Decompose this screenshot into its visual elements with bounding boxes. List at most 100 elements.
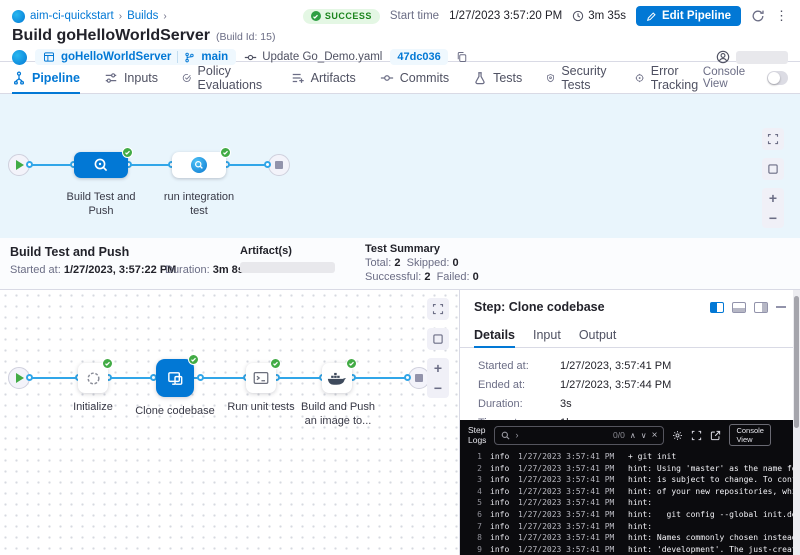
harness-logo-icon <box>12 10 25 23</box>
tab-commits[interactable]: Commits <box>380 62 449 93</box>
artifacts-label: Artifact(s) <box>240 245 292 257</box>
connector-line <box>352 377 408 379</box>
console-view-label: Console View <box>703 66 759 90</box>
step-label[interactable]: Initialize <box>58 400 128 414</box>
stage-node-build-test-and-push[interactable] <box>74 152 128 178</box>
log-line: 6info1/27/2023 3:57:41 PMhint: git confi… <box>468 509 800 521</box>
copy-icon[interactable] <box>456 51 468 63</box>
step-label[interactable]: Clone codebase <box>135 404 215 418</box>
step-logs-label: StepLogs <box>468 425 486 445</box>
target-icon <box>635 71 644 85</box>
search-match-count: 0/0 <box>613 430 625 440</box>
scrollbar-thumb[interactable] <box>794 296 799 428</box>
tab-input[interactable]: Input <box>533 323 561 347</box>
tab-tests[interactable]: Tests <box>473 62 522 93</box>
log-line: 4info1/27/2023 3:57:41 PMhint: of your n… <box>468 486 800 498</box>
pipeline-icon <box>12 71 26 85</box>
fullscreen-button[interactable] <box>427 298 449 320</box>
fit-view-button[interactable] <box>762 158 784 180</box>
search-next-icon[interactable]: ∨ <box>641 431 647 440</box>
refresh-icon <box>751 9 765 23</box>
stop-icon <box>275 161 283 169</box>
field-label: Duration: <box>478 398 560 410</box>
tab-error-tracking[interactable]: Error Tracking <box>635 62 702 93</box>
vertical-scrollbar[interactable] <box>793 290 800 555</box>
play-icon <box>16 373 24 383</box>
commit-icon <box>380 71 394 85</box>
step-label[interactable]: Run unit tests <box>226 400 296 414</box>
edit-pipeline-button[interactable]: Edit Pipeline <box>636 6 741 26</box>
success-badge-icon <box>270 358 281 369</box>
connector-dot <box>26 161 33 168</box>
step-node-build-and-push[interactable] <box>322 363 352 393</box>
success-badge-icon <box>122 147 133 158</box>
log-line: 5info1/27/2023 3:57:41 PMhint: <box>468 497 800 509</box>
fullscreen-icon <box>432 303 444 315</box>
step-node-run-unit-tests[interactable] <box>246 363 276 393</box>
stage-node-run-integration-test[interactable] <box>172 152 226 178</box>
step-panel-tabs: Details Input Output <box>460 323 800 348</box>
log-line: 9info1/27/2023 3:57:41 PMhint: 'developm… <box>468 544 800 555</box>
minimize-panel-button[interactable] <box>776 306 786 308</box>
step-node-clone-codebase[interactable] <box>156 359 194 397</box>
fit-view-button[interactable] <box>427 328 449 350</box>
step-label[interactable]: Build and Push an image to... <box>297 400 379 429</box>
connector-line <box>108 377 156 379</box>
tab-output[interactable]: Output <box>579 323 617 347</box>
step-panel-title: Step: Clone codebase <box>474 300 605 314</box>
breadcrumb-builds[interactable]: Builds <box>127 10 158 22</box>
zoom-controls: + − <box>427 358 449 398</box>
log-settings-button[interactable] <box>672 430 683 441</box>
divider <box>177 51 178 63</box>
stage-label[interactable]: Build Test and Push <box>57 190 145 219</box>
connector-line <box>128 164 172 166</box>
breadcrumb-separator: › <box>163 11 166 22</box>
log-lines[interactable]: 1info1/27/2023 3:57:41 PM+ git init 2inf… <box>460 448 800 555</box>
log-line: 7info1/27/2023 3:57:41 PMhint: <box>468 521 800 533</box>
fullscreen-icon <box>691 430 702 441</box>
stage-label[interactable]: run integration test <box>155 190 243 219</box>
breadcrumb-project[interactable]: aim-ci-quickstart <box>30 10 114 22</box>
console-view-toggle[interactable] <box>767 71 788 85</box>
tab-details[interactable]: Details <box>474 323 515 347</box>
step-node-initialize[interactable] <box>78 363 108 393</box>
open-external-button[interactable] <box>710 430 721 441</box>
zoom-out-button[interactable]: − <box>427 378 449 398</box>
layout-right-button[interactable] <box>754 302 768 313</box>
field-value: 1/27/2023, 3:57:44 PM <box>560 379 671 391</box>
zoom-controls: + − <box>762 188 784 228</box>
branch-icon <box>184 52 195 63</box>
zoom-in-button[interactable]: + <box>762 188 784 208</box>
flask-icon <box>473 71 487 85</box>
log-search-input[interactable]: › 0/0 ∧ ∨ × <box>494 426 664 445</box>
refresh-button[interactable] <box>751 9 765 23</box>
tab-security-tests[interactable]: Security Tests <box>546 62 611 93</box>
test-summary-title: Test Summary <box>365 243 479 257</box>
layout-split-button[interactable] <box>710 302 724 313</box>
tab-artifacts[interactable]: Artifacts <box>291 62 356 93</box>
stage-details-title: Build Test and Push <box>10 245 129 259</box>
fullscreen-button[interactable] <box>762 128 784 150</box>
zoom-in-button[interactable]: + <box>427 358 449 378</box>
ci-stage-icon <box>93 157 109 173</box>
tab-pipeline[interactable]: Pipeline <box>12 62 80 93</box>
log-fullscreen-button[interactable] <box>691 430 702 441</box>
gear-icon <box>672 430 683 441</box>
stage-graph-controls: + − <box>762 128 784 228</box>
tab-policy-evaluations[interactable]: Policy Evaluations <box>182 62 267 93</box>
build-id: (Build Id: 15) <box>216 31 276 43</box>
search-clear-icon[interactable]: × <box>652 430 658 441</box>
status-badge: SUCCESS <box>303 9 380 24</box>
stage-graph-canvas[interactable]: Build Test and Push run integration test… <box>0 94 800 238</box>
layout-bottom-button[interactable] <box>732 302 746 313</box>
page-title: Build goHelloWorldServer <box>12 27 210 45</box>
console-view-button[interactable]: ConsoleView <box>729 424 771 446</box>
success-badge-icon <box>220 147 231 158</box>
zoom-out-button[interactable]: − <box>762 208 784 228</box>
more-options-button[interactable]: ⋮ <box>775 8 788 24</box>
execution-graph-canvas[interactable]: Initialize Clone codebase Run unit tests… <box>0 290 460 555</box>
clock-icon <box>572 10 584 22</box>
tab-inputs[interactable]: Inputs <box>104 62 158 93</box>
artifacts-icon <box>291 71 305 85</box>
search-prev-icon[interactable]: ∧ <box>630 431 636 440</box>
